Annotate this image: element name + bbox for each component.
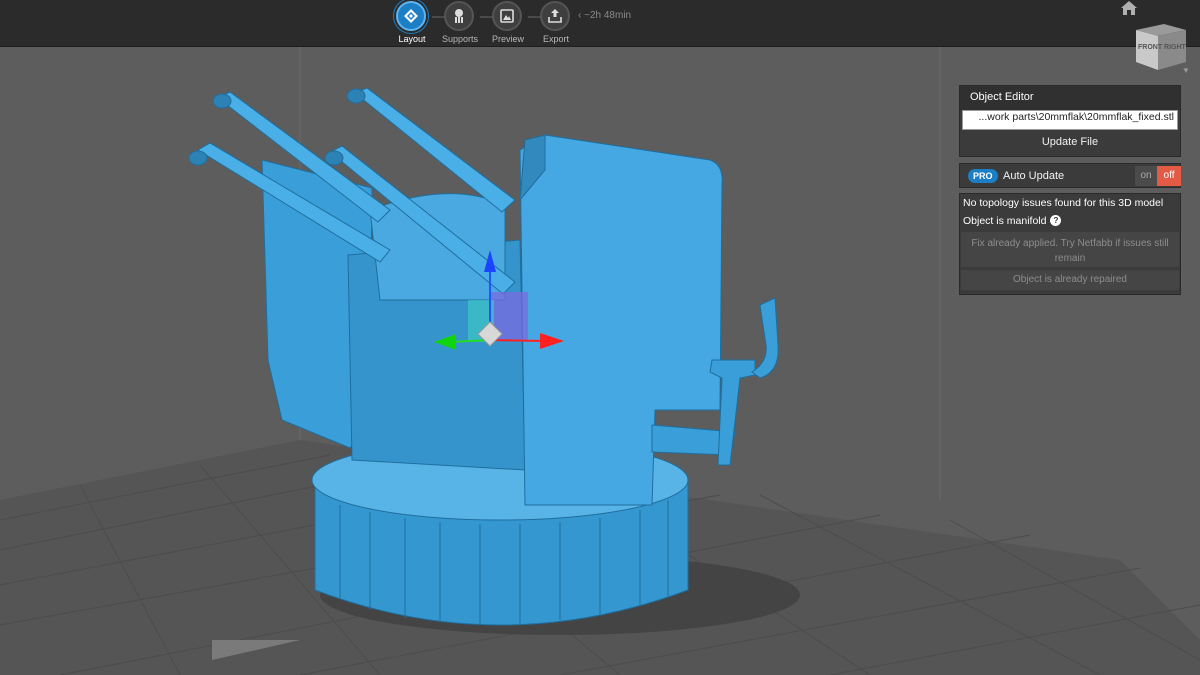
manifold-status: Object is manifold? [960, 212, 1180, 230]
toggle-on-option[interactable]: on [1135, 166, 1157, 186]
export-icon [540, 1, 570, 31]
layout-icon [396, 1, 426, 31]
view-cube-label: FRONT RIGHT [1138, 44, 1187, 51]
chevron-left-icon: ‹ [578, 10, 582, 21]
step-export[interactable]: Export [529, 0, 583, 46]
object-editor-panel: Object Editor ...work parts\20mmflak\20m… [959, 85, 1181, 295]
object-editor-box: Object Editor ...work parts\20mmflak\20m… [959, 85, 1181, 157]
step-supports-label: Supports [441, 34, 479, 44]
step-supports[interactable]: Supports [433, 0, 487, 46]
step-preview-label: Preview [491, 34, 524, 44]
step-layout[interactable]: Layout [385, 0, 439, 46]
auto-update-label: Auto Update [1003, 170, 1065, 182]
step-layout-label: Layout [398, 34, 426, 44]
step-preview[interactable]: Preview [481, 0, 535, 46]
eta-text: ~2h 48min [584, 10, 632, 21]
toggle-off-option[interactable]: off [1157, 166, 1181, 186]
step-export-label: Export [542, 34, 569, 44]
view-cube[interactable]: FRONT RIGHT [1134, 16, 1188, 72]
topology-status: No topology issues found for this 3D mod… [963, 197, 1164, 209]
print-time-estimate: ‹ ~2h 48min [578, 10, 631, 21]
fix-button[interactable]: Fix already applied. Try Netfabb if issu… [961, 232, 1179, 267]
chevron-down-icon[interactable]: ▼ [1182, 66, 1190, 75]
manifold-status-text: Object is manifold [963, 215, 1047, 227]
pro-badge: PRO [968, 169, 998, 183]
auto-update-row: PRO Auto Update on off [959, 163, 1181, 188]
help-icon[interactable]: ? [1050, 215, 1062, 226]
repaired-button[interactable]: Object is already repaired [961, 270, 1179, 290]
preview-icon [492, 1, 522, 31]
file-path-field[interactable]: ...work parts\20mmflak\20mmflak_fixed.st… [962, 110, 1178, 130]
topology-box: No topology issues found for this 3D mod… [959, 193, 1181, 295]
auto-update-toggle[interactable]: on off [1135, 166, 1181, 186]
update-file-button[interactable]: Update File [960, 130, 1180, 154]
home-icon[interactable] [1120, 0, 1138, 16]
supports-icon [444, 1, 474, 31]
top-toolbar: Layout Supports Preview Export ‹ ~2h 48m… [0, 0, 1200, 47]
object-editor-title: Object Editor [960, 86, 1180, 110]
